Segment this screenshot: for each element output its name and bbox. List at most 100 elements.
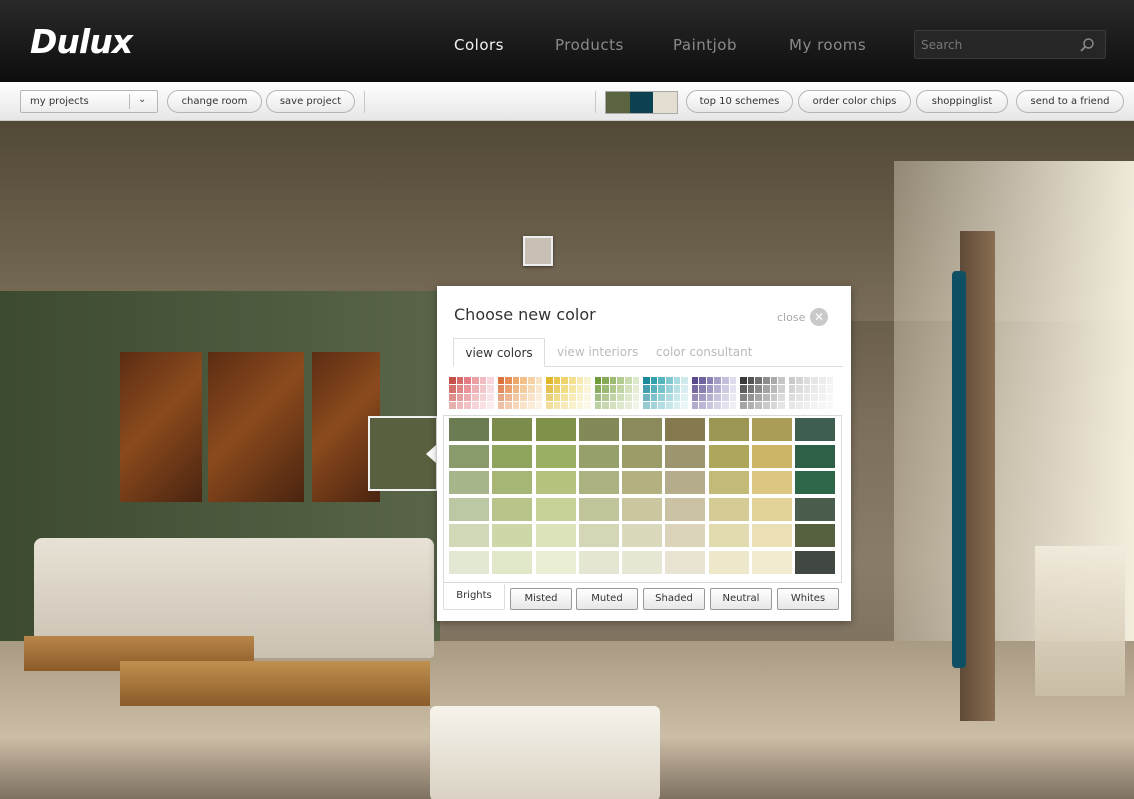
- color-family-group[interactable]: [449, 377, 494, 409]
- color-swatch[interactable]: [795, 418, 836, 441]
- color-swatch[interactable]: [795, 497, 836, 521]
- color-family-group[interactable]: [740, 377, 785, 409]
- color-swatch[interactable]: [795, 471, 836, 495]
- color-swatch[interactable]: [449, 550, 489, 574]
- color-swatch[interactable]: [708, 524, 749, 548]
- family-color-dot: [497, 393, 505, 401]
- filter-neutral[interactable]: Neutral: [710, 588, 772, 610]
- color-swatch[interactable]: [492, 418, 533, 441]
- color-swatch[interactable]: [449, 497, 489, 521]
- color-family-group[interactable]: [594, 377, 640, 409]
- color-swatch[interactable]: [752, 418, 793, 441]
- top-10-schemes-button[interactable]: top 10 schemes: [686, 90, 793, 113]
- color-family-group[interactable]: [497, 377, 543, 409]
- color-swatch[interactable]: [449, 524, 489, 548]
- color-swatch[interactable]: [622, 444, 663, 468]
- color-swatch[interactable]: [535, 550, 576, 574]
- color-swatch[interactable]: [665, 444, 706, 468]
- family-color-dot: [699, 401, 706, 409]
- color-swatch[interactable]: [492, 471, 533, 495]
- filter-shaded[interactable]: Shaded: [643, 588, 705, 610]
- color-swatch[interactable]: [665, 471, 706, 495]
- color-swatch[interactable]: [449, 471, 489, 495]
- color-swatch[interactable]: [622, 418, 663, 441]
- tab-color-consultant[interactable]: color consultant: [656, 338, 752, 367]
- filter-misted[interactable]: Misted: [510, 588, 572, 610]
- order-color-chips-button[interactable]: order color chips: [798, 90, 911, 113]
- color-family-group[interactable]: [788, 377, 834, 409]
- wall-color-chip[interactable]: [523, 236, 553, 266]
- dulux-logo[interactable]: Dulux: [30, 22, 133, 61]
- color-swatch[interactable]: [535, 444, 576, 468]
- scheme-swatch[interactable]: [629, 92, 654, 113]
- color-swatch[interactable]: [578, 524, 619, 548]
- nav-colors[interactable]: Colors: [454, 36, 504, 54]
- color-swatch[interactable]: [492, 550, 533, 574]
- search-icon[interactable]: [1079, 37, 1095, 53]
- color-swatch[interactable]: [708, 497, 749, 521]
- color-swatch[interactable]: [622, 497, 663, 521]
- color-swatch[interactable]: [752, 497, 793, 521]
- painted-post[interactable]: [952, 271, 966, 668]
- filter-brights[interactable]: Brights: [443, 583, 505, 610]
- family-color-dot: [535, 377, 543, 385]
- save-project-button[interactable]: save project: [266, 90, 355, 113]
- family-color-dot: [471, 393, 479, 401]
- tab-view-interiors[interactable]: view interiors: [557, 338, 638, 367]
- color-swatch[interactable]: [752, 471, 793, 495]
- color-swatch[interactable]: [578, 444, 619, 468]
- color-swatch[interactable]: [752, 524, 793, 548]
- color-swatch[interactable]: [622, 471, 663, 495]
- color-family-group[interactable]: [643, 377, 688, 409]
- color-family-group[interactable]: [691, 377, 737, 409]
- color-swatch[interactable]: [708, 444, 749, 468]
- color-swatch[interactable]: [492, 524, 533, 548]
- color-swatch[interactable]: [492, 444, 533, 468]
- close-icon[interactable]: ✕: [810, 308, 828, 326]
- send-to-friend-button[interactable]: send to a friend: [1016, 90, 1124, 113]
- color-swatch[interactable]: [578, 550, 619, 574]
- family-color-dot: [722, 377, 729, 385]
- nav-products[interactable]: Products: [555, 36, 624, 54]
- color-swatch[interactable]: [449, 418, 489, 441]
- color-swatch[interactable]: [535, 471, 576, 495]
- family-color-dot: [594, 377, 602, 385]
- change-room-button[interactable]: change room: [167, 90, 262, 113]
- tab-view-colors[interactable]: view colors: [453, 338, 545, 367]
- scheme-swatch[interactable]: [606, 92, 630, 113]
- color-swatch[interactable]: [795, 524, 836, 548]
- color-swatch[interactable]: [708, 418, 749, 441]
- color-swatch[interactable]: [665, 497, 706, 521]
- color-swatch[interactable]: [752, 444, 793, 468]
- color-swatch[interactable]: [449, 444, 489, 468]
- color-swatch[interactable]: [535, 497, 576, 521]
- color-swatch[interactable]: [535, 524, 576, 548]
- scheme-swatch[interactable]: [653, 92, 678, 113]
- nav-my-rooms[interactable]: My rooms: [789, 36, 866, 54]
- color-swatch[interactable]: [708, 471, 749, 495]
- color-swatch[interactable]: [578, 497, 619, 521]
- my-projects-select[interactable]: my projects ⌄: [20, 90, 158, 113]
- family-color-dot: [673, 385, 681, 393]
- color-swatch[interactable]: [752, 550, 793, 574]
- color-swatch[interactable]: [795, 550, 836, 574]
- color-swatch[interactable]: [665, 524, 706, 548]
- color-swatch[interactable]: [665, 550, 706, 574]
- shoppinglist-button[interactable]: shoppinglist: [916, 90, 1008, 113]
- close-label[interactable]: close: [777, 311, 805, 324]
- color-swatch[interactable]: [622, 524, 663, 548]
- color-family-group[interactable]: [546, 377, 591, 409]
- color-scheme-swatches[interactable]: [605, 91, 678, 114]
- color-swatch[interactable]: [578, 418, 619, 441]
- color-swatch[interactable]: [665, 418, 706, 441]
- color-swatch[interactable]: [535, 418, 576, 441]
- color-swatch[interactable]: [708, 550, 749, 574]
- search-input[interactable]: [921, 36, 1071, 54]
- color-swatch[interactable]: [492, 497, 533, 521]
- nav-paintjob[interactable]: Paintjob: [673, 36, 737, 54]
- color-swatch[interactable]: [622, 550, 663, 574]
- color-swatch[interactable]: [795, 444, 836, 468]
- color-swatch[interactable]: [578, 471, 619, 495]
- filter-muted[interactable]: Muted: [576, 588, 638, 610]
- filter-whites[interactable]: Whites: [777, 588, 839, 610]
